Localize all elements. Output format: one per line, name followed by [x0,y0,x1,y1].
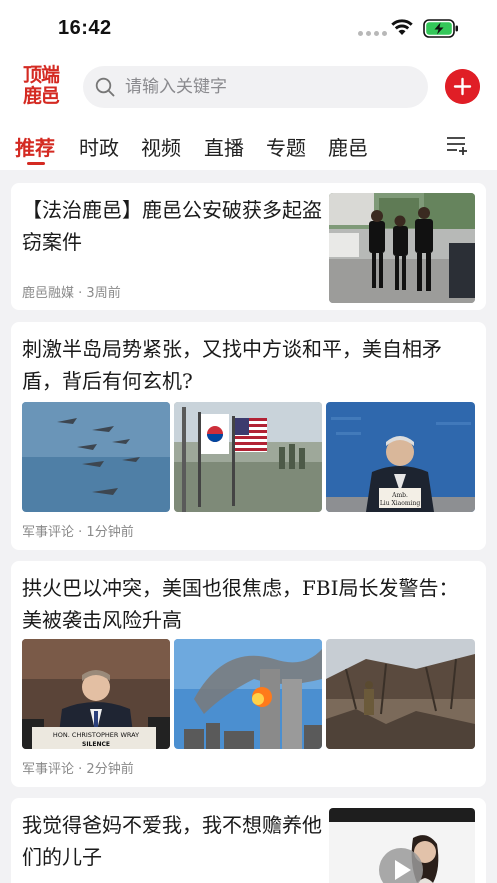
article-image [174,402,322,512]
tab-politics[interactable]: 时政 [79,132,119,161]
tab-topics[interactable]: 专题 [266,132,306,161]
tab-recommended[interactable]: 推荐 [15,132,55,161]
article-title: 拱火巴以冲突，美国也很焦虑，FBI局长发警告：美被袭击风险升高 [22,576,459,632]
news-card[interactable]: 我觉得爸妈不爱我，我不想赡养他们的儿子 [11,798,486,883]
news-card[interactable]: 刺激半岛局势紧张，又找中方谈和平，美自相矛盾，背后有何玄机? Amb. Liu … [11,322,486,550]
article-image: HON. CHRISTOPHER WRAY SILENCE [22,639,170,749]
article-image: Amb. Liu Xiaoming [326,402,475,512]
article-meta: 鹿邑融媒 · 3周前 [22,286,121,301]
cellular-signal-icon [358,31,387,36]
news-card[interactable]: 拱火巴以冲突，美国也很焦虑，FBI局长发警告：美被袭击风险升高 HON. CHR… [11,561,486,787]
search-input[interactable] [125,66,415,108]
article-image [22,402,170,512]
tab-live[interactable]: 直播 [204,132,244,161]
article-title: 刺激半岛局势紧张，又找中方谈和平，美自相矛盾，背后有何玄机? [22,337,442,393]
article-image [174,639,322,749]
channel-menu-icon[interactable] [445,134,469,156]
category-tabs: 推荐 时政 视频 直播 专题 鹿邑 [0,120,497,170]
svg-text:Liu Xiaoming: Liu Xiaoming [380,500,421,507]
status-time: 16:42 [58,17,112,39]
svg-text:Amb.: Amb. [391,492,408,499]
tab-video[interactable]: 视频 [141,132,181,161]
article-meta: 军事评论 · 1分钟前 [22,525,134,540]
video-thumbnail[interactable] [329,808,475,883]
add-button[interactable] [445,69,480,104]
app-logo[interactable]: 顶端 鹿邑 [23,65,71,109]
tab-luyi[interactable]: 鹿邑 [328,132,368,161]
active-tab-indicator [27,162,45,165]
app-header: 顶端 鹿邑 [0,58,497,120]
wifi-icon [391,19,413,35]
search-icon [95,77,115,97]
svg-text:SILENCE: SILENCE [82,741,110,748]
news-card[interactable]: 【法治鹿邑】鹿邑公安破获多起盗窃案件 鹿邑融媒 · 3周前 [11,183,486,310]
article-title: 我觉得爸妈不爱我，我不想赡养他们的儿子 [22,813,322,869]
article-image [326,639,475,749]
search-bar[interactable] [83,66,428,108]
status-bar: 16:42 [0,0,497,58]
svg-text:HON. CHRISTOPHER WRAY: HON. CHRISTOPHER WRAY [53,731,139,739]
battery-charging-icon [423,19,458,38]
article-meta: 军事评论 · 2分钟前 [22,762,134,777]
article-title: 【法治鹿邑】鹿邑公安破获多起盗窃案件 [22,198,322,254]
article-thumbnail [329,193,475,303]
